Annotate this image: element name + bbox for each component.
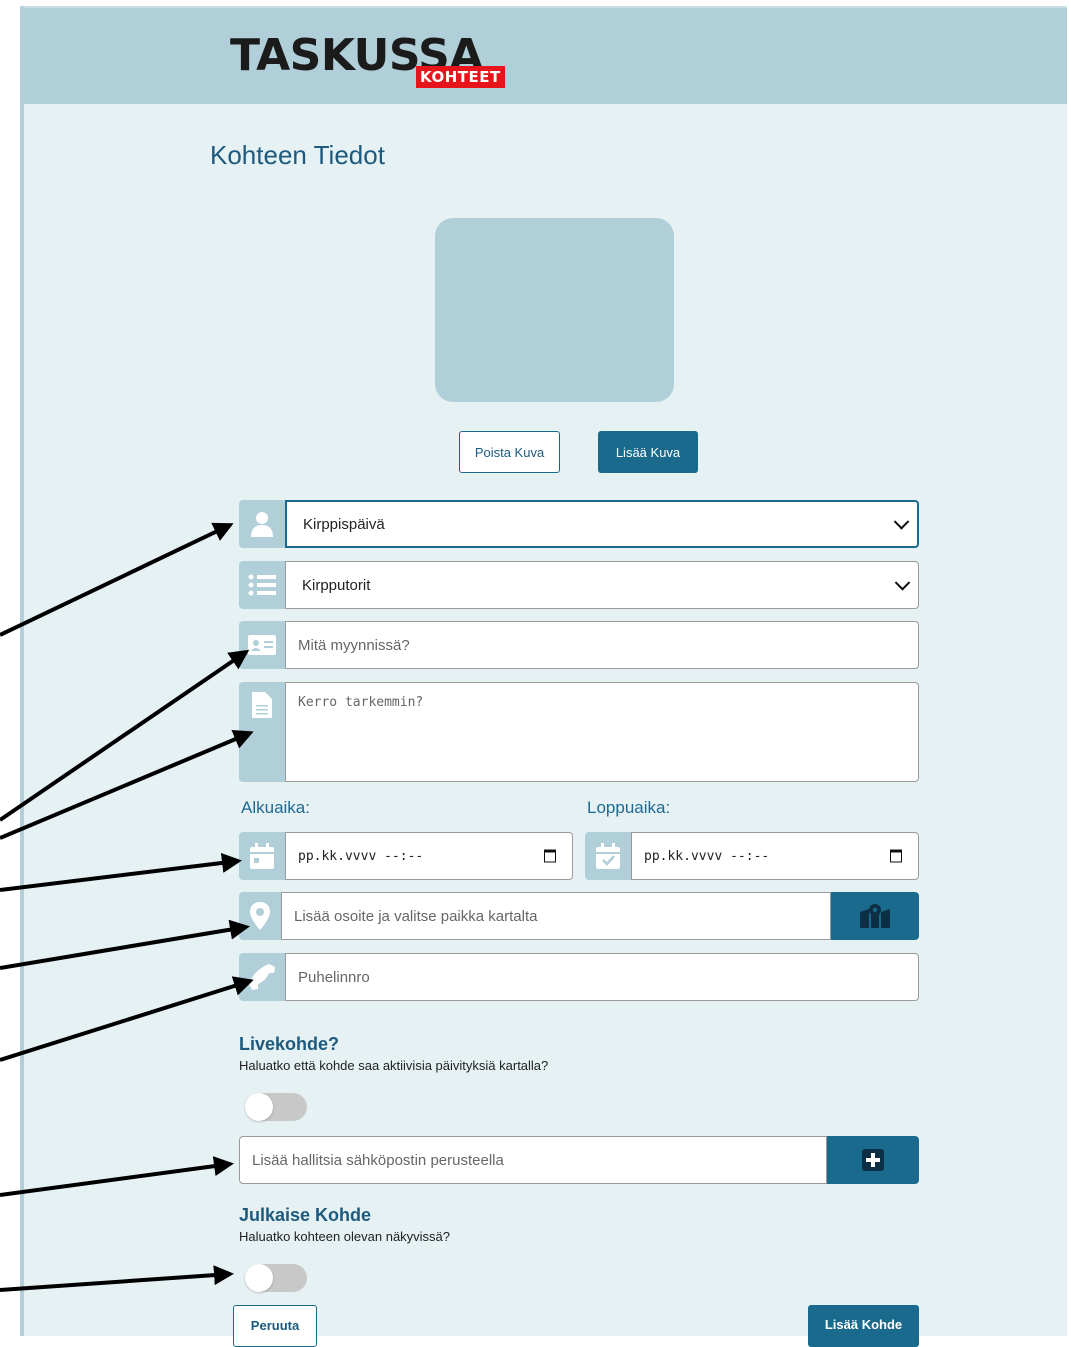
arrow-category — [0, 522, 234, 637]
arrow-description — [0, 729, 254, 840]
arrow-publish — [0, 1265, 234, 1292]
arrow-address — [0, 919, 250, 970]
annotation-arrows — [0, 522, 254, 1292]
arrow-title — [0, 649, 250, 822]
arrow-phone — [0, 976, 254, 1062]
arrow-start — [0, 853, 242, 892]
arrow-admin — [0, 1156, 234, 1197]
